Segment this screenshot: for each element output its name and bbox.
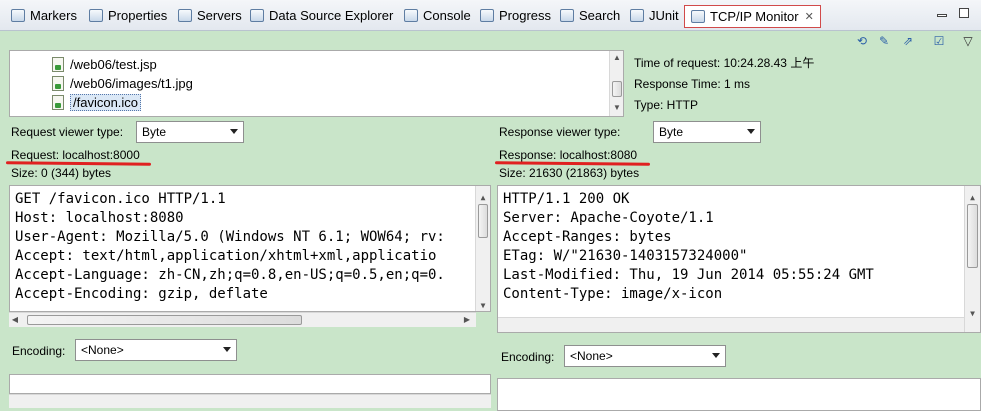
tab-tcpip-monitor[interactable]: TCP/IP Monitor ✕ bbox=[684, 5, 821, 28]
request-host: Request: localhost:8000 bbox=[11, 148, 140, 162]
chevron-down-icon bbox=[747, 129, 755, 134]
request-item[interactable]: /web06/images/t1.jpg bbox=[52, 74, 193, 92]
search-icon bbox=[560, 8, 574, 22]
response-viewer-label: Response viewer type: bbox=[499, 125, 621, 139]
maximize-icon[interactable] bbox=[959, 8, 969, 18]
tab-label: Search bbox=[579, 7, 621, 23]
junit-icon bbox=[630, 8, 644, 22]
chevron-down-icon bbox=[230, 129, 238, 134]
response-host: Response: localhost:8080 bbox=[499, 148, 638, 162]
request-line: GET /favicon.ico HTTP/1.1 bbox=[15, 191, 226, 207]
request-extra-area bbox=[9, 374, 491, 394]
tab-label: Console bbox=[423, 7, 471, 23]
file-icon bbox=[52, 75, 64, 91]
export-icon[interactable]: ⇗ bbox=[901, 34, 915, 48]
chevron-down-icon bbox=[712, 353, 720, 358]
response-viewer-select[interactable]: Byte bbox=[653, 121, 761, 143]
scroll-down-icon[interactable]: ▼ bbox=[965, 304, 980, 323]
request-encoding-select[interactable]: <None> bbox=[75, 339, 237, 361]
tab-label: TCP/IP Monitor bbox=[710, 9, 799, 24]
tab-servers[interactable]: Servers bbox=[178, 4, 242, 26]
tab-markers[interactable]: Markers bbox=[11, 4, 77, 26]
properties-icon bbox=[89, 8, 103, 22]
request-type: Type: HTTP bbox=[634, 98, 699, 112]
chevron-down-icon bbox=[223, 347, 231, 352]
request-line: User-Agent: Mozilla/5.0 (Windows NT 6.1;… bbox=[15, 229, 445, 245]
servers-icon bbox=[178, 8, 192, 22]
request-size: Size: 0 (344) bytes bbox=[11, 166, 112, 180]
tab-label: Markers bbox=[30, 7, 77, 23]
request-bottom-scrollbar[interactable] bbox=[9, 394, 491, 408]
tab-label: Properties bbox=[108, 7, 168, 23]
request-item-selected[interactable]: /favicon.ico bbox=[52, 93, 142, 111]
request-content[interactable]: GET /favicon.ico HTTP/1.1 Host: localhos… bbox=[9, 185, 491, 312]
tree-vertical-scrollbar[interactable]: ▲ ▼ bbox=[609, 51, 623, 116]
scroll-down-icon[interactable]: ▼ bbox=[476, 296, 490, 311]
response-line: Accept-Ranges: bytes bbox=[503, 229, 672, 245]
request-line: Host: localhost:8080 bbox=[15, 210, 184, 226]
tab-properties[interactable]: Properties bbox=[89, 4, 167, 26]
scroll-right-icon[interactable]: ▶ bbox=[461, 315, 473, 324]
data-source-icon bbox=[250, 8, 264, 22]
tab-progress[interactable]: Progress bbox=[480, 4, 551, 26]
file-icon bbox=[52, 94, 64, 110]
request-line: Accept: text/html,application/xhtml+xml,… bbox=[15, 248, 437, 264]
scroll-down-icon[interactable]: ▼ bbox=[610, 103, 623, 112]
markers-icon bbox=[11, 8, 25, 22]
scroll-thumb[interactable] bbox=[967, 204, 978, 268]
response-size: Size: 21630 (21863) bytes bbox=[499, 166, 640, 180]
console-icon bbox=[404, 8, 418, 22]
request-encoding-label: Encoding: bbox=[12, 344, 66, 358]
response-line: Content-Type: image/x-icon bbox=[503, 286, 723, 302]
scroll-thumb[interactable] bbox=[478, 204, 488, 238]
sort-icon[interactable]: ⟲ bbox=[855, 34, 869, 48]
response-encoding-label: Encoding: bbox=[501, 350, 555, 364]
request-horizontal-scrollbar[interactable]: ◀ ▶ bbox=[9, 312, 476, 327]
view-tab-bar: Markers Properties Servers Data Source E… bbox=[0, 0, 981, 31]
request-viewer-label: Request viewer type: bbox=[11, 125, 124, 139]
file-icon bbox=[52, 56, 64, 72]
tab-junit[interactable]: JUnit bbox=[630, 4, 679, 26]
properties-toolbar-icon[interactable]: ☑ bbox=[932, 34, 946, 48]
minimize-icon[interactable] bbox=[937, 14, 947, 17]
request-viewer-select[interactable]: Byte bbox=[136, 121, 244, 143]
response-extra-area bbox=[497, 378, 981, 411]
response-line: Last-Modified: Thu, 19 Jun 2014 05:55:24… bbox=[503, 267, 874, 283]
request-line: Accept-Language: zh-CN,zh;q=0.8,en-US;q=… bbox=[15, 267, 445, 283]
scroll-thumb[interactable] bbox=[27, 315, 302, 325]
response-time: Response Time: 1 ms bbox=[634, 77, 751, 91]
response-line: Server: Apache-Coyote/1.1 bbox=[503, 210, 714, 226]
scroll-left-icon[interactable]: ◀ bbox=[9, 315, 21, 324]
tab-console[interactable]: Console bbox=[404, 4, 471, 26]
request-vertical-scrollbar[interactable]: ▲ ▼ bbox=[475, 186, 490, 311]
response-line: HTTP/1.1 200 OK bbox=[503, 191, 630, 207]
progress-icon bbox=[480, 8, 494, 22]
tab-label: Progress bbox=[499, 7, 552, 23]
tab-label: Servers bbox=[197, 7, 242, 23]
response-horizontal-scrollbar[interactable] bbox=[498, 317, 964, 332]
view-menu-icon[interactable]: ▽ bbox=[961, 34, 975, 48]
clear-icon[interactable]: ✎ bbox=[877, 34, 891, 48]
tab-label: Data Source Explorer bbox=[269, 7, 394, 23]
time-of-request: Time of request: 10:24.28.43 上午 bbox=[634, 56, 815, 70]
request-item[interactable]: /web06/test.jsp bbox=[52, 55, 157, 73]
response-vertical-scrollbar[interactable]: ▲ ▼ bbox=[964, 186, 980, 332]
response-content[interactable]: HTTP/1.1 200 OK Server: Apache-Coyote/1.… bbox=[497, 185, 981, 333]
tcpip-monitor-icon bbox=[691, 10, 705, 23]
tab-data-source-explorer[interactable]: Data Source Explorer bbox=[250, 4, 393, 26]
response-encoding-select[interactable]: <None> bbox=[564, 345, 726, 367]
tab-search[interactable]: Search bbox=[560, 4, 620, 26]
request-tree: /web06/test.jsp /web06/images/t1.jpg /fa… bbox=[9, 50, 624, 117]
scroll-up-icon[interactable]: ▲ bbox=[610, 53, 623, 62]
request-line: Accept-Encoding: gzip, deflate bbox=[15, 286, 268, 302]
response-line: ETag: W/"21630-1403157324000" bbox=[503, 248, 748, 264]
close-icon[interactable]: ✕ bbox=[805, 10, 814, 23]
scroll-thumb[interactable] bbox=[612, 81, 622, 97]
tab-label: JUnit bbox=[649, 7, 679, 23]
